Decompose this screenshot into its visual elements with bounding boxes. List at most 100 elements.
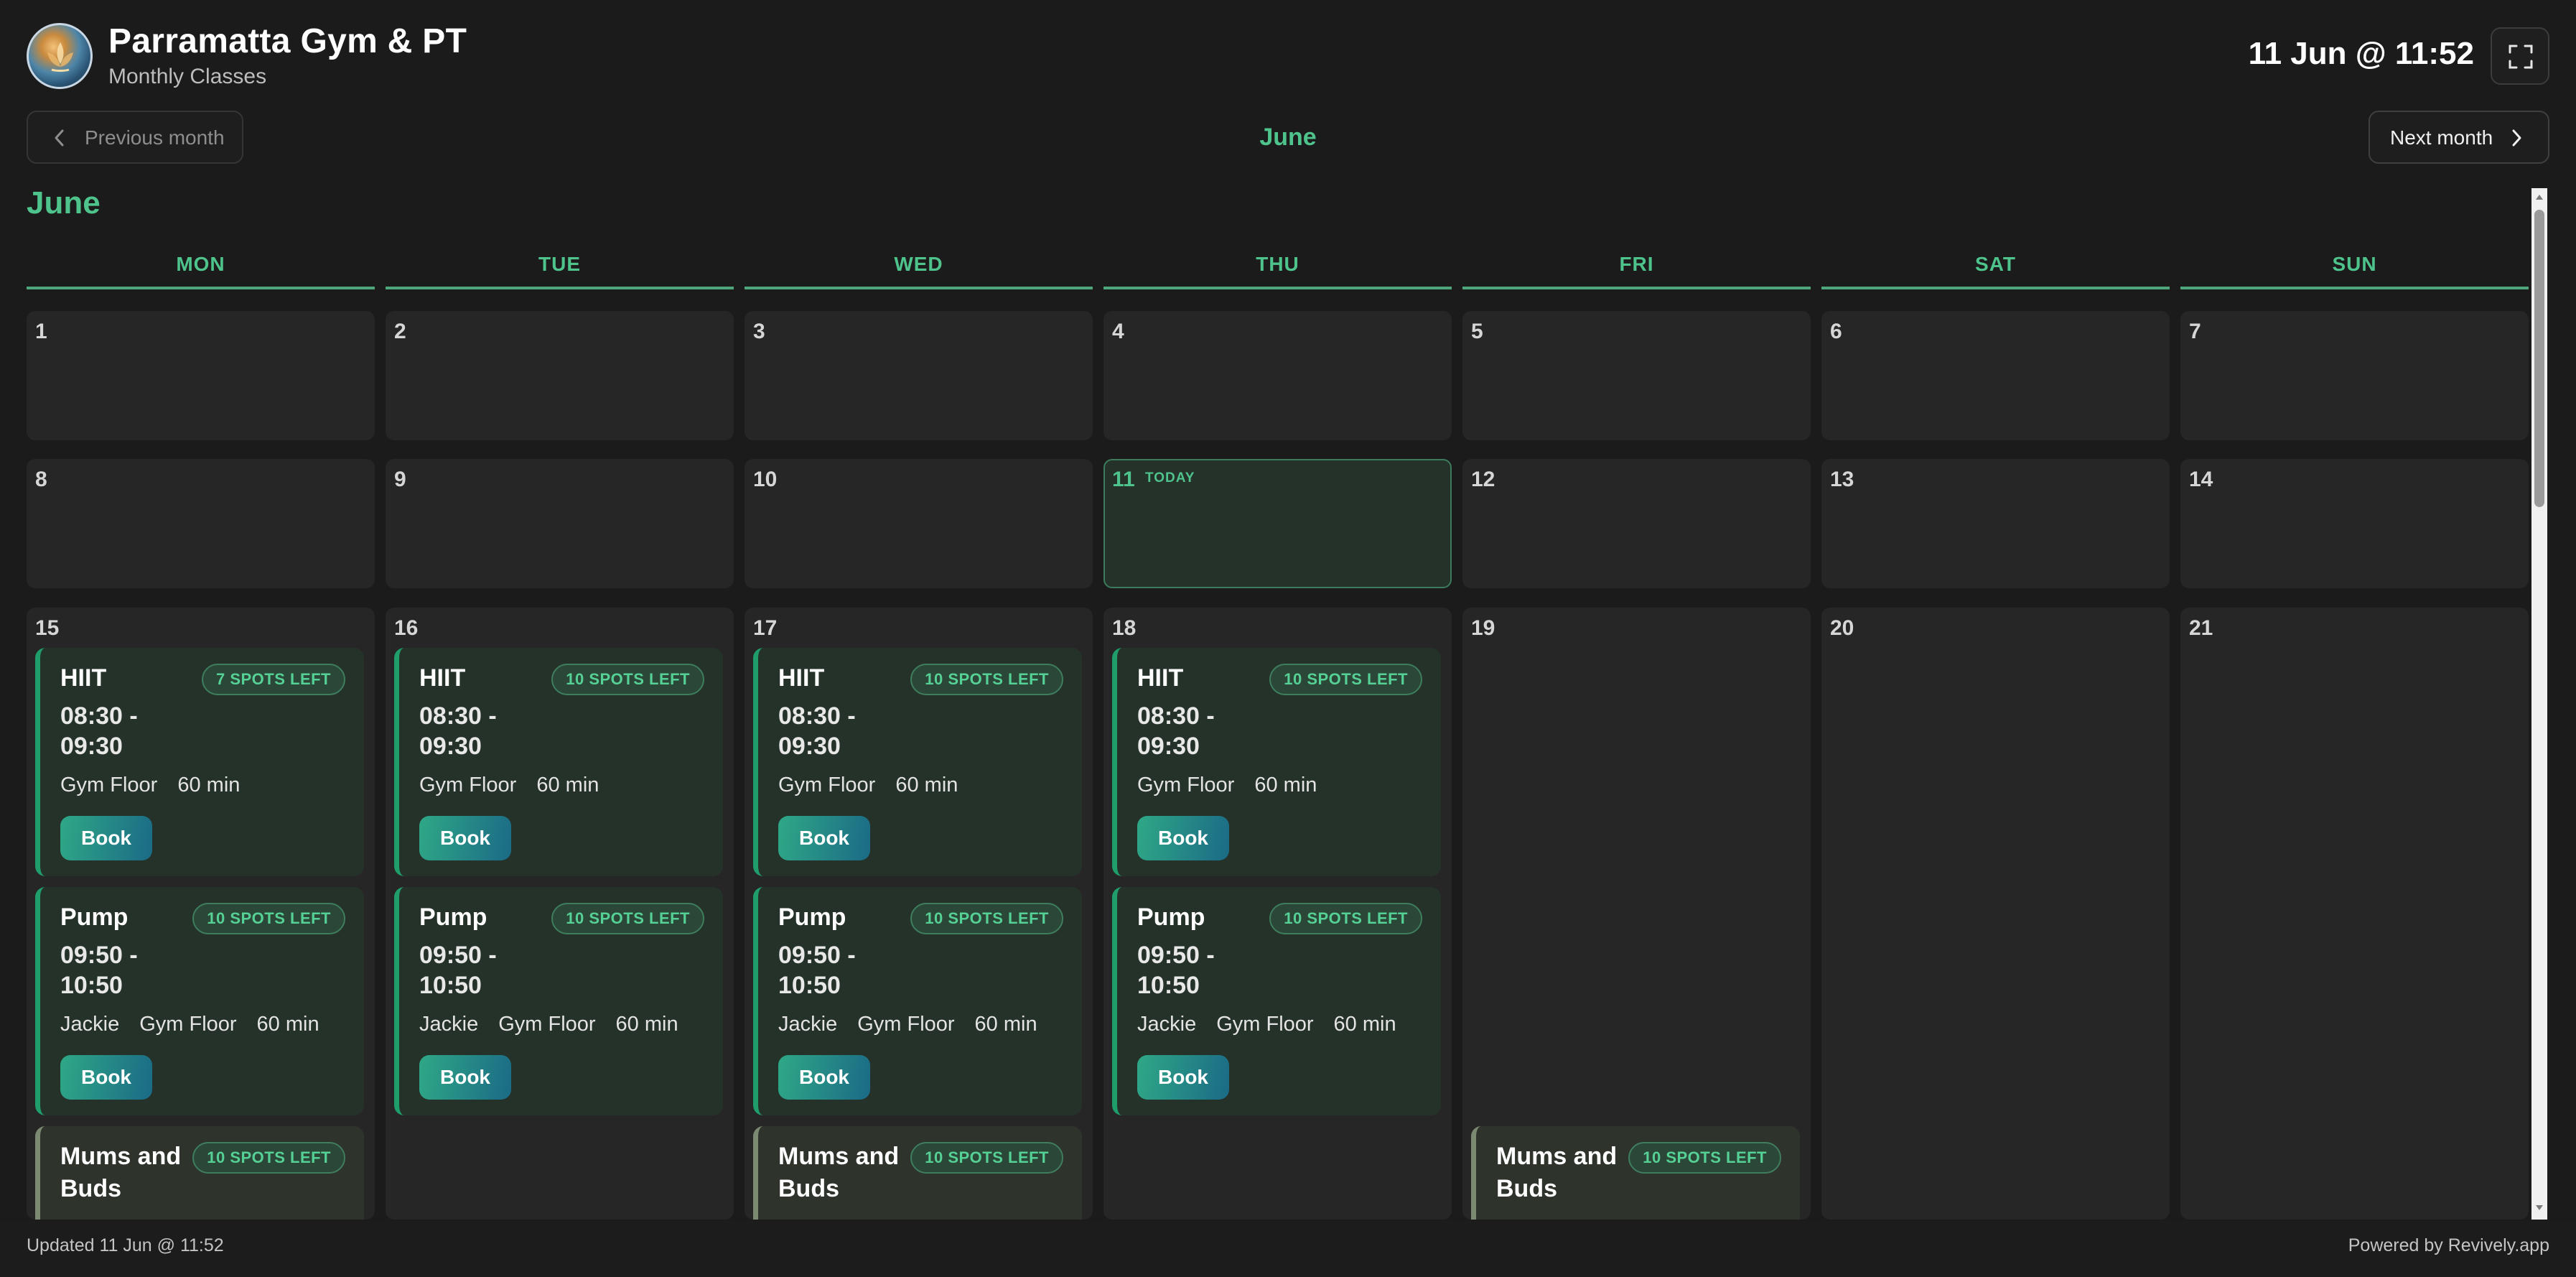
day-cell[interactable]: 18 HIIT 10 SPOTS LEFT 08:30 - 09:30 Gym … [1103, 608, 1452, 1220]
day-number: 6 [1830, 320, 1842, 343]
class-meta: Gym Floor 60 min [1137, 774, 1337, 797]
class-location: Gym Floor [139, 1013, 237, 1036]
day-cell[interactable]: 10 [745, 459, 1093, 588]
day-cell[interactable]: 1 [27, 311, 375, 440]
next-month-label: Next month [2390, 126, 2493, 149]
class-meta: Gym Floor 60 min [419, 774, 619, 797]
class-card-hiit[interactable]: HIIT 10 SPOTS LEFT 08:30 - 09:30 Gym Flo… [1112, 648, 1441, 876]
class-card-mums-and-buds[interactable]: Mums and Buds 10 SPOTS LEFT [35, 1126, 364, 1220]
spots-left-badge: 7 SPOTS LEFT [201, 664, 345, 695]
day-cell[interactable]: 9 [386, 459, 734, 588]
day-cell[interactable]: 13 [1821, 459, 2170, 588]
class-meta: Jackie Gym Floor 60 min [419, 1013, 699, 1036]
class-instructor: Jackie [1137, 1013, 1197, 1036]
class-name: HIIT [1137, 664, 1184, 692]
day-number: 1 [35, 320, 47, 343]
day-number: 16 [394, 616, 419, 640]
class-card-pump[interactable]: Pump 10 SPOTS LEFT 09:50 - 10:50 Jackie G… [35, 887, 364, 1115]
class-instructor: Jackie [60, 1013, 120, 1036]
class-meta: Jackie Gym Floor 60 min [60, 1013, 340, 1036]
book-button[interactable]: Book [419, 816, 511, 860]
book-button[interactable]: Book [1137, 816, 1229, 860]
class-meta: Gym Floor 60 min [778, 774, 978, 797]
class-duration: 60 min [895, 774, 958, 797]
class-name: Pump [419, 904, 487, 931]
day-cell[interactable]: 16 HIIT 10 SPOTS LEFT 08:30 - 09:30 Gym … [386, 608, 734, 1220]
last-updated: Updated 11 Jun @ 11:52 [27, 1235, 224, 1255]
class-card-hiit[interactable]: HIIT 10 SPOTS LEFT 08:30 - 09:30 Gym Flo… [753, 648, 1082, 876]
day-number: 15 [35, 616, 60, 640]
day-number: 20 [1830, 616, 1854, 640]
class-location: Gym Floor [60, 774, 158, 797]
day-cell[interactable]: 5 [1462, 311, 1811, 440]
class-card-pump[interactable]: Pump 10 SPOTS LEFT 09:50 - 10:50 Jackie G… [394, 887, 723, 1115]
class-time: 08:30 - 09:30 [60, 702, 138, 760]
day-number: 5 [1471, 320, 1483, 343]
day-number: 9 [394, 468, 406, 491]
day-cell[interactable]: 15 HIIT 7 SPOTS LEFT 08:30 - 09:30 Gym F… [27, 608, 375, 1220]
class-meta: Gym Floor 60 min [60, 774, 260, 797]
class-name: Pump [1137, 904, 1205, 931]
class-name: Mums and Buds [60, 1143, 182, 1202]
class-card-mums-and-buds[interactable]: Mums and Buds 10 SPOTS LEFT [1471, 1126, 1800, 1220]
class-meta: Jackie Gym Floor 60 min [778, 1013, 1058, 1036]
class-card-pump[interactable]: Pump 10 SPOTS LEFT 09:50 - 10:50 Jackie G… [1112, 887, 1441, 1115]
day-cell[interactable]: 17 HIIT 10 SPOTS LEFT 08:30 - 09:30 Gym … [745, 608, 1093, 1220]
class-card-hiit[interactable]: HIIT 10 SPOTS LEFT 08:30 - 09:30 Gym Flo… [394, 648, 723, 876]
day-number: 3 [753, 320, 765, 343]
class-duration: 60 min [256, 1013, 319, 1036]
fullscreen-button[interactable] [2491, 27, 2549, 85]
book-button[interactable]: Book [60, 816, 152, 860]
class-duration: 60 min [1254, 774, 1317, 797]
day-cell[interactable]: 12 [1462, 459, 1811, 588]
class-time: 08:30 - 09:30 [419, 702, 497, 760]
day-cell[interactable]: 19 Mums and Buds 10 SPOTS LEFT [1462, 608, 1811, 1220]
book-button[interactable]: Book [778, 816, 870, 860]
day-cell[interactable]: 4 [1103, 311, 1452, 440]
weekday-underline [745, 287, 1093, 289]
book-button[interactable]: Book [778, 1055, 870, 1100]
day-cell[interactable]: 20 [1821, 608, 2170, 1220]
spots-left-badge: 10 SPOTS LEFT [1269, 903, 1422, 934]
day-number: 10 [753, 468, 778, 491]
weekday-tue: TUE [538, 253, 581, 275]
class-duration: 60 min [615, 1013, 678, 1036]
spots-left-badge: 10 SPOTS LEFT [1269, 664, 1422, 695]
weekday-underline [1821, 287, 2170, 289]
day-cell[interactable]: 8 [27, 459, 375, 588]
class-card-mums-and-buds[interactable]: Mums and Buds 10 SPOTS LEFT [753, 1126, 1082, 1220]
class-time: 09:50 - 10:50 [1137, 942, 1215, 999]
class-name: Mums and Buds [778, 1143, 900, 1202]
day-number: 21 [2189, 616, 2213, 640]
scrollbar-thumb[interactable] [2534, 210, 2544, 507]
scroll-down-arrow-icon[interactable] [2534, 1202, 2544, 1212]
month-navigation: Previous month June Next month [27, 111, 2549, 165]
spots-left-badge: 10 SPOTS LEFT [551, 664, 704, 695]
day-cell[interactable]: 21 [2180, 608, 2529, 1220]
weekday-sat: SAT [1975, 253, 2016, 275]
day-cell[interactable]: 7 [2180, 311, 2529, 440]
class-card-hiit[interactable]: HIIT 7 SPOTS LEFT 08:30 - 09:30 Gym Floo… [35, 648, 364, 876]
class-location: Gym Floor [1216, 1013, 1314, 1036]
next-month-button[interactable]: Next month [2369, 111, 2549, 164]
fullscreen-icon [2509, 45, 2533, 69]
book-button[interactable]: Book [419, 1055, 511, 1100]
day-cell[interactable]: 3 [745, 311, 1093, 440]
gym-logo [27, 23, 93, 89]
day-number: 11 [1112, 468, 1135, 491]
day-cell-today[interactable]: 11 TODAY [1103, 459, 1452, 588]
book-button[interactable]: Book [1137, 1055, 1229, 1100]
day-cell[interactable]: 6 [1821, 311, 2170, 440]
scroll-up-arrow-icon[interactable] [2534, 192, 2544, 203]
class-name: HIIT [60, 664, 107, 692]
class-location: Gym Floor [419, 774, 517, 797]
app-title: Parramatta Gym & PT [108, 22, 467, 60]
book-button[interactable]: Book [60, 1055, 152, 1100]
chevron-right-icon [2512, 129, 2521, 147]
class-card-pump[interactable]: Pump 10 SPOTS LEFT 09:50 - 10:50 Jackie G… [753, 887, 1082, 1115]
day-cell[interactable]: 2 [386, 311, 734, 440]
class-name: Pump [60, 904, 129, 931]
day-cell[interactable]: 14 [2180, 459, 2529, 588]
spots-left-badge: 10 SPOTS LEFT [192, 903, 345, 934]
class-location: Gym Floor [498, 1013, 596, 1036]
